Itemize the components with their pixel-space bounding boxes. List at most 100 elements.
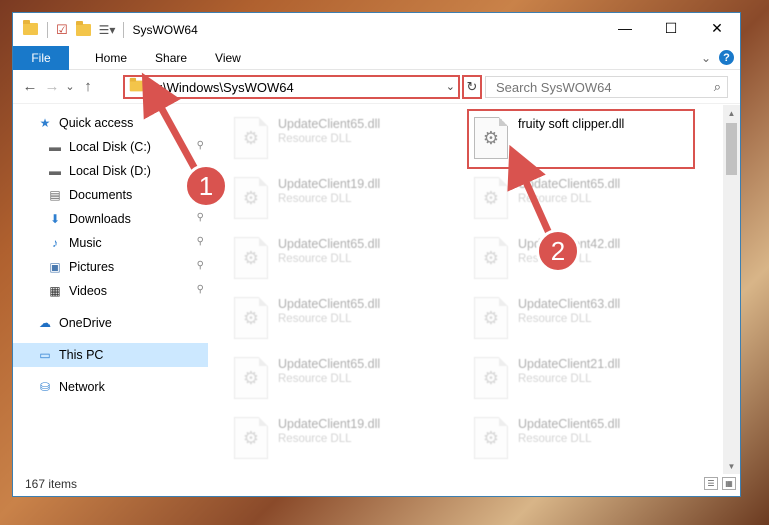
sidebar-item-label: Downloads <box>69 212 131 226</box>
sidebar-item[interactable]: ▬ Local Disk (D:) <box>13 159 208 183</box>
sidebar-item[interactable]: ▭ This PC <box>13 343 208 367</box>
expand-ribbon-icon[interactable]: ⌄ <box>701 51 711 65</box>
search-box[interactable]: ⌕ <box>485 76 728 98</box>
file-name: UpdateClient19.dll <box>278 417 381 431</box>
recent-locations-button[interactable]: ⌄ <box>63 80 77 93</box>
sidebar-item-icon: ☁ <box>39 316 51 330</box>
file-type: Resource DLL <box>278 253 352 265</box>
file-list: ⚙ UpdateClient65.dll Resource DLL ⚙ UpdateCl… <box>208 105 740 474</box>
file-name: UpdateClient63.dll <box>518 297 621 311</box>
file-name: UpdateClient65.dll <box>518 417 621 431</box>
file-text: UpdateClient21.dll Resource DLL <box>518 357 620 403</box>
pin-icon[interactable]: ⚲ <box>197 212 204 223</box>
divider <box>123 21 125 38</box>
file-text: UpdateClient19.dll Resource DLL <box>278 417 380 463</box>
sidebar-item[interactable]: ⬇ Downloads ⚲ <box>13 207 208 231</box>
help-icon[interactable]: ? <box>719 50 734 65</box>
gear-icon: ⚙ <box>234 417 268 459</box>
large-icons-view-icon[interactable]: ▦ <box>722 477 736 490</box>
file-tab[interactable]: File <box>13 45 69 70</box>
details-view-icon[interactable]: ☰ <box>704 477 718 490</box>
file-type: Resource DLL <box>278 193 352 205</box>
search-input[interactable] <box>496 79 714 95</box>
address-bar[interactable]: C:\Windows\SysWOW64 ⌄ <box>123 75 460 99</box>
chevron-down-icon[interactable]: ⌄ <box>446 80 455 93</box>
file-item[interactable]: ⚙ UpdateClient65.dll Resource DLL <box>234 233 454 283</box>
new-folder-icon[interactable] <box>75 20 91 39</box>
file-item[interactable]: ⚙ UpdateClient65.dll Resource DLL <box>474 413 694 463</box>
pin-icon[interactable]: ⚲ <box>197 140 204 151</box>
file-item[interactable]: ⚙ UpdateClient65.dll Resource DLL <box>234 293 454 343</box>
file-text: UpdateClient65.dll Resource DLL <box>518 417 620 463</box>
annotation-badge-2: 2 <box>536 229 580 273</box>
file-item[interactable]: ⚙ UpdateClient19.dll Resource DLL <box>234 413 454 463</box>
sidebar-item-label: Pictures <box>69 260 115 274</box>
file-item[interactable]: ⚙ UpdateClient63.dll Resource DLL <box>474 293 694 343</box>
scroll-thumb[interactable] <box>726 123 737 175</box>
sidebar-item-icon: ▤ <box>49 188 61 202</box>
tab-home[interactable]: Home <box>81 51 141 65</box>
file-text: UpdateClient65.dll Resource DLL <box>278 117 380 163</box>
address-path[interactable]: C:\Windows\SysWOW64 <box>150 80 294 95</box>
back-button[interactable]: ← <box>19 78 41 95</box>
tab-view[interactable]: View <box>201 51 255 65</box>
sidebar-item[interactable]: ⛁ Network <box>13 375 208 399</box>
file-type: Resource DLL <box>278 373 352 385</box>
minimize-button[interactable]: — <box>602 13 648 43</box>
sidebar-item-label: Quick access <box>59 116 134 130</box>
pin-icon[interactable]: ⚲ <box>197 236 204 247</box>
tab-share[interactable]: Share <box>141 51 201 65</box>
pin-icon[interactable]: ⚲ <box>197 260 204 271</box>
file-name: UpdateClient19.dll <box>278 177 381 191</box>
file-item[interactable]: ⚙ UpdateClient65.dll Resource DLL <box>474 173 694 223</box>
gear-icon: ⚙ <box>234 297 268 339</box>
folder-icon <box>23 20 39 39</box>
navigation-pane: ★ Quick access ▬ Local Disk (C:) ⚲ ▬ Local Dis… <box>13 105 208 474</box>
item-count: 167 items <box>25 477 78 491</box>
maximize-button[interactable]: ☐ <box>648 13 694 43</box>
file-name: UpdateClient65.dll <box>278 117 381 131</box>
sidebar-item-label: This PC <box>59 348 104 362</box>
sidebar-item-icon: ▭ <box>39 348 51 362</box>
sidebar-item-label: Music <box>69 236 102 250</box>
file-name: UpdateClient21.dll <box>518 357 621 371</box>
sidebar-item[interactable]: ▬ Local Disk (C:) ⚲ <box>13 135 208 159</box>
file-item[interactable]: ⚙UpdateClient42.dllResource DLL <box>474 233 694 283</box>
sidebar-item[interactable]: ♪ Music ⚲ <box>13 231 208 255</box>
window-title: SysWOW64 <box>132 22 198 37</box>
sidebar-item[interactable]: ★ Quick access <box>13 111 208 135</box>
up-button[interactable]: ↑ <box>77 78 99 95</box>
sidebar-item[interactable]: ☁ OneDrive <box>13 311 208 335</box>
sidebar-item[interactable]: ▤ Documents <box>13 183 208 207</box>
vertical-scrollbar[interactable]: ▲ ▼ <box>723 105 740 474</box>
sidebar-item-label: Network <box>59 380 105 394</box>
gear-icon: ⚙ <box>474 357 508 399</box>
explorer-window: ☑ ☰▾ SysWOW64 — ☐ ✕ File Home Share View… <box>12 12 741 497</box>
file-name: UpdateClient65.dll <box>278 357 381 371</box>
file-type: Resource DLL <box>518 433 592 445</box>
file-type: Resource DLL <box>278 313 352 325</box>
sidebar-item-label: Documents <box>69 188 133 202</box>
sidebar-item-label: OneDrive <box>59 316 112 330</box>
file-text: UpdateClient65.dll Resource DLL <box>278 297 380 343</box>
status-bar: 167 items ☰ ▦ <box>13 472 740 496</box>
search-icon[interactable]: ⌕ <box>714 79 721 95</box>
sidebar-item-icon: ▣ <box>49 260 61 274</box>
file-item[interactable]: ⚙ UpdateClient19.dll Resource DLL <box>234 173 454 223</box>
scroll-up-icon[interactable]: ▲ <box>723 105 740 121</box>
gear-icon: ⚙ <box>234 357 268 399</box>
sidebar-item[interactable]: ▦ Videos ⚲ <box>13 279 208 303</box>
sidebar-item-icon: ▬ <box>49 164 61 178</box>
customize-toolbar-icon[interactable]: ☰▾ <box>99 23 116 37</box>
refresh-button[interactable]: ↻ <box>462 75 482 99</box>
properties-icon[interactable]: ☑ <box>56 22 68 38</box>
pin-icon[interactable]: ⚲ <box>197 284 204 295</box>
sidebar-item[interactable]: ▣ Pictures ⚲ <box>13 255 208 279</box>
file-item[interactable]: ⚙ UpdateClient65.dll Resource DLL <box>234 353 454 403</box>
forward-button[interactable]: → <box>41 78 63 95</box>
gear-icon: ⚙ <box>234 117 268 159</box>
file-item[interactable]: ⚙ UpdateClient65.dll Resource DLL <box>234 113 454 163</box>
gear-icon: ⚙ <box>474 417 508 459</box>
file-item[interactable]: ⚙ UpdateClient21.dll Resource DLL <box>474 353 694 403</box>
close-button[interactable]: ✕ <box>694 13 740 43</box>
